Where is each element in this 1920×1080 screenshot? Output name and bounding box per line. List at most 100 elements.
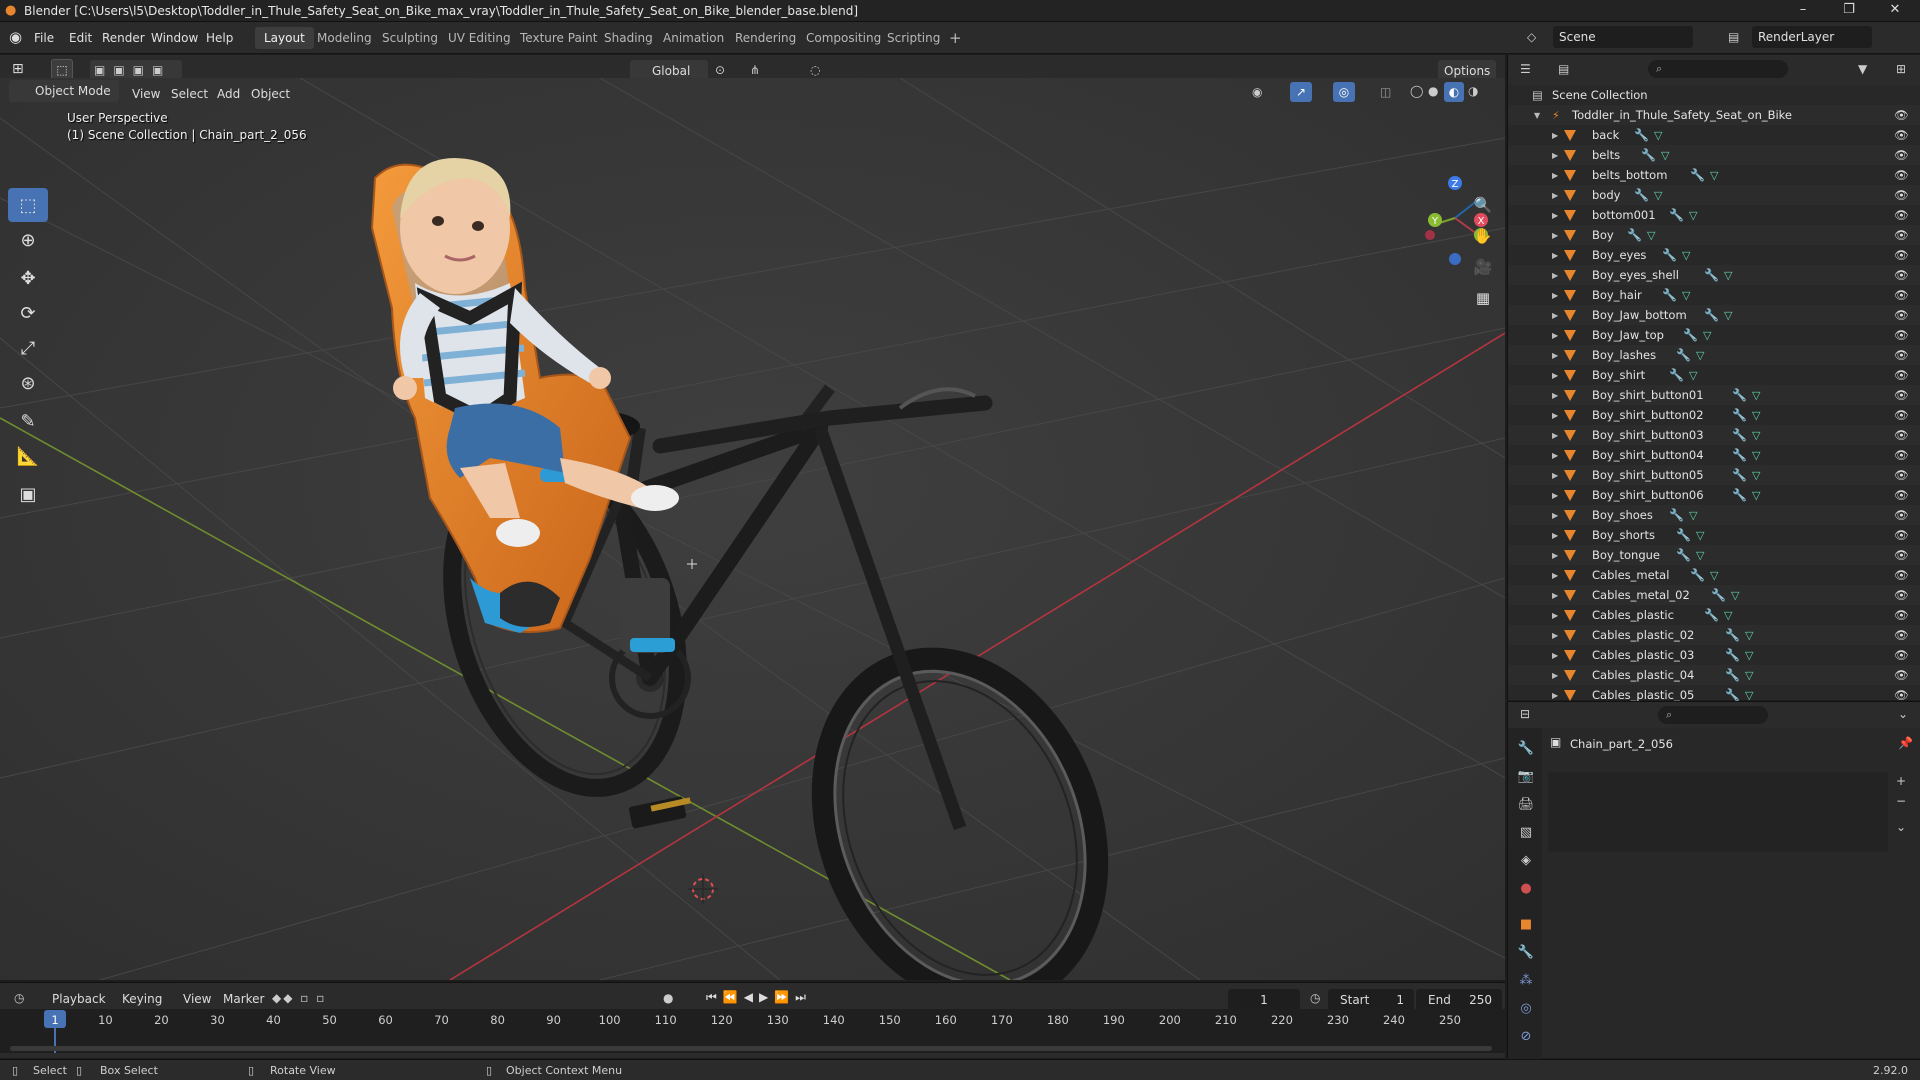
display-mode-icon[interactable]: ▤ — [1558, 62, 1569, 76]
mesh-data-icon[interactable]: ▽ — [1724, 269, 1732, 282]
expand-icon[interactable]: ▶ — [1552, 331, 1558, 340]
cursor-tool-icon[interactable]: ⊕ — [8, 223, 48, 257]
output-tab-icon[interactable]: 🖨 — [1514, 792, 1538, 816]
minimize-button[interactable]: – — [1780, 0, 1826, 22]
mesh-data-icon[interactable]: ▽ — [1745, 629, 1753, 642]
eye-icon[interactable]: 👁 — [1894, 448, 1909, 462]
pin-icon[interactable]: 📌 — [1898, 736, 1913, 750]
outliner-item[interactable]: ▶ Boy_tongue 🔧 ▽ 👁 — [1508, 545, 1920, 565]
modifier-icon[interactable]: 🔧 — [1732, 408, 1747, 422]
mesh-data-icon[interactable]: ▽ — [1745, 669, 1753, 682]
eye-icon[interactable]: 👁 — [1894, 108, 1909, 122]
eye-icon[interactable]: 👁 — [1894, 408, 1909, 422]
viewport-menu-select[interactable]: Select — [171, 84, 208, 104]
expand-icon[interactable]: ▶ — [1552, 231, 1558, 240]
outliner-item[interactable]: ▶ Boy_shirt_button06 🔧 ▽ 👁 — [1508, 485, 1920, 505]
render-layer-selector[interactable]: RenderLayer — [1752, 26, 1872, 48]
proportional-edit-icon[interactable]: ◌ — [810, 63, 820, 77]
eye-icon[interactable]: 👁 — [1894, 428, 1909, 442]
menu-file[interactable]: File — [28, 28, 60, 48]
timeline-scrollbar[interactable] — [10, 1046, 1492, 1051]
eye-icon[interactable]: 👁 — [1894, 608, 1909, 622]
outliner-item[interactable]: ▶ body 🔧 ▽ 👁 — [1508, 185, 1920, 205]
eye-icon[interactable]: 👁 — [1894, 648, 1909, 662]
xray-icon[interactable]: ◫ — [1380, 85, 1391, 99]
select-box-tool-icon[interactable]: ⬚ — [8, 188, 48, 222]
ortho-grid-icon[interactable]: ▦ — [1468, 283, 1498, 313]
eye-icon[interactable]: 👁 — [1894, 308, 1909, 322]
viewport-menu-add[interactable]: Add — [217, 84, 240, 104]
eye-icon[interactable]: 👁 — [1894, 208, 1909, 222]
modifier-icon[interactable]: 🔧 — [1690, 568, 1705, 582]
mesh-data-icon[interactable]: ▽ — [1724, 309, 1732, 322]
mesh-data-icon[interactable]: ▽ — [1654, 189, 1662, 202]
modifier-icon[interactable]: 🔧 — [1732, 448, 1747, 462]
mesh-data-icon[interactable]: ▽ — [1745, 689, 1753, 702]
slot-remove-button[interactable]: − — [1896, 794, 1906, 808]
expand-icon[interactable]: ▶ — [1552, 551, 1558, 560]
expand-icon[interactable]: ▶ — [1552, 611, 1558, 620]
expand-icon[interactable]: ▶ — [1552, 311, 1558, 320]
outliner-item[interactable]: ▶ Boy_eyes 🔧 ▽ 👁 — [1508, 245, 1920, 265]
outliner-item[interactable]: ▶ back 🔧 ▽ 👁 — [1508, 125, 1920, 145]
eye-icon[interactable]: 👁 — [1894, 148, 1909, 162]
shading-wireframe-icon[interactable]: ◯ — [1410, 84, 1423, 98]
modifier-icon[interactable]: 🔧 — [1634, 128, 1649, 142]
expand-icon[interactable]: ▶ — [1552, 351, 1558, 360]
mesh-data-icon[interactable]: ▽ — [1689, 209, 1697, 222]
expand-icon[interactable]: ▶ — [1552, 591, 1558, 600]
eye-icon[interactable]: 👁 — [1894, 528, 1909, 542]
expand-icon[interactable]: ▶ — [1552, 471, 1558, 480]
modifier-icon[interactable]: 🔧 — [1627, 228, 1642, 242]
outliner-item[interactable]: ▶ Boy_shirt_button05 🔧 ▽ 👁 — [1508, 465, 1920, 485]
modifier-icon[interactable]: 🔧 — [1725, 648, 1740, 662]
properties-search-input[interactable]: ⌕ — [1658, 706, 1768, 724]
outliner-item[interactable]: ▶ Boy_shirt_button01 🔧 ▽ 👁 — [1508, 385, 1920, 405]
pivot-icon[interactable]: ⊙ — [715, 63, 725, 77]
mesh-data-icon[interactable]: ▽ — [1682, 289, 1690, 302]
add-workspace-button[interactable]: + — [940, 27, 971, 49]
modifier-icon[interactable]: 🔧 — [1704, 268, 1719, 282]
modifier-icon[interactable]: 🔧 — [1669, 368, 1684, 382]
tab-modeling[interactable]: Modeling — [308, 27, 381, 49]
expand-icon[interactable]: ▶ — [1552, 291, 1558, 300]
scale-tool-icon[interactable]: ⤢ — [8, 331, 48, 365]
modifier-icon[interactable]: 🔧 — [1641, 148, 1656, 162]
modifier-icon[interactable]: 🔧 — [1732, 388, 1747, 402]
eye-icon[interactable]: 👁 — [1894, 688, 1909, 702]
outliner-item[interactable]: ▶ Boy_shirt_button02 🔧 ▽ 👁 — [1508, 405, 1920, 425]
tab-compositing[interactable]: Compositing — [797, 27, 890, 49]
viewport-menu-view[interactable]: View — [132, 84, 160, 104]
transform-tool-icon[interactable]: ⊛ — [8, 366, 48, 400]
menu-help[interactable]: Help — [200, 28, 239, 48]
modifier-icon[interactable]: 🔧 — [1669, 208, 1684, 222]
modifier-icon[interactable]: 🔧 — [1683, 328, 1698, 342]
measure-tool-icon[interactable]: 📐 — [8, 439, 48, 473]
expand-icon[interactable]: ▶ — [1552, 171, 1558, 180]
menu-render[interactable]: Render — [96, 28, 151, 48]
expand-icon[interactable]: ▶ — [1552, 491, 1558, 500]
eye-icon[interactable]: 👁 — [1894, 468, 1909, 482]
timeline-ruler[interactable]: 1 10 20 30 40 50 60 70 80 90 100 110 120 130 140 150 160… — [0, 1009, 1505, 1053]
render-tab-icon[interactable]: 📷 — [1514, 764, 1538, 788]
slot-add-button[interactable]: + — [1896, 774, 1906, 788]
move-tool-icon[interactable]: ✥ — [8, 261, 48, 295]
mesh-data-icon[interactable]: ▽ — [1696, 349, 1704, 362]
overlay-toggle-icon[interactable]: ◎ — [1333, 82, 1355, 102]
outliner-item[interactable]: ▶ belts_bottom 🔧 ▽ 👁 — [1508, 165, 1920, 185]
expand-icon[interactable]: ▶ — [1552, 131, 1558, 140]
mesh-data-icon[interactable]: ▽ — [1682, 249, 1690, 262]
viewport-scene[interactable]: Z X Y — [0, 78, 1505, 980]
eye-icon[interactable]: 👁 — [1894, 668, 1909, 682]
close-button[interactable]: ✕ — [1872, 0, 1918, 22]
slot-menu-icon[interactable]: ⌄ — [1896, 820, 1906, 834]
object-tab-icon[interactable]: ■ — [1514, 912, 1538, 936]
collapse-icon[interactable]: ▼ — [1534, 111, 1540, 120]
menu-edit[interactable]: Edit — [63, 28, 98, 48]
eye-icon[interactable]: 👁 — [1894, 168, 1909, 182]
particles-tab-icon[interactable]: ⁂ — [1514, 968, 1538, 992]
expand-icon[interactable]: ▶ — [1552, 691, 1558, 700]
modifier-icon[interactable]: 🔧 — [1732, 488, 1747, 502]
modifier-icon[interactable]: 🔧 — [1662, 248, 1677, 262]
mesh-data-icon[interactable]: ▽ — [1689, 509, 1697, 522]
